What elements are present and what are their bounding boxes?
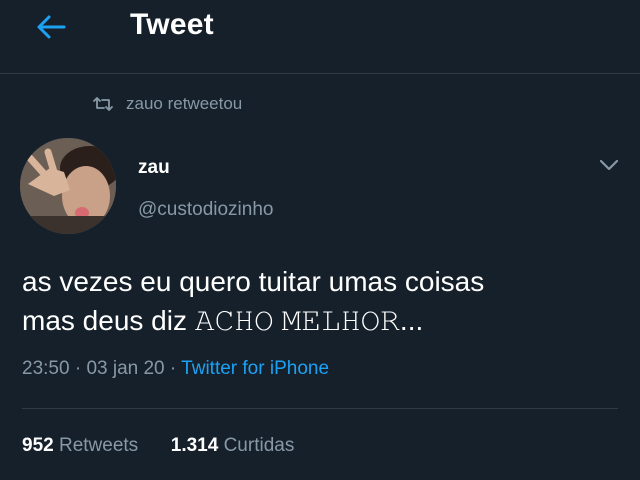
retweets-label: Retweets <box>58 435 139 456</box>
retweet-icon <box>92 95 114 113</box>
likes-stat[interactable]: 1.314 Curtidas <box>171 435 295 456</box>
back-button[interactable] <box>36 12 66 42</box>
top-bar: Tweet <box>0 0 640 74</box>
tweet-text: as vezes eu quero tuitar umas coisas mas… <box>22 262 622 340</box>
meta-separator: · <box>169 358 182 379</box>
divider <box>22 408 618 409</box>
meta-separator: · <box>74 358 87 379</box>
tweet-metadata: 23:50 · 03 jan 20 · Twitter for iPhone <box>22 358 329 380</box>
tweet-stats: 952 Retweets 1.314 Curtidas <box>22 435 294 457</box>
tweet-text-line-2: mas deus diz 𝙰𝙲𝙷𝙾 𝙼𝙴𝙻𝙷𝙾𝚁... <box>22 305 424 336</box>
author-name[interactable]: zau <box>138 157 170 179</box>
author-handle[interactable]: @custodiozinho <box>138 199 273 221</box>
tweet-text-line-1: as vezes eu quero tuitar umas coisas <box>22 266 485 297</box>
likes-label: Curtidas <box>223 435 295 456</box>
likes-count: 1.314 <box>170 435 219 456</box>
tweet-time: 23:50 <box>22 358 70 379</box>
arrow-left-icon <box>37 15 66 39</box>
retweet-context-text[interactable]: zauo retweetou <box>126 94 242 114</box>
retweets-stat[interactable]: 952 Retweets <box>22 435 143 456</box>
tweet-date: 03 jan 20 <box>86 358 165 379</box>
retweets-count: 952 <box>22 435 54 456</box>
retweet-context: zauo retweetou <box>92 94 242 114</box>
page-title: Tweet <box>130 8 214 41</box>
more-options-button[interactable] <box>596 155 622 175</box>
chevron-down-icon <box>599 159 619 171</box>
avatar[interactable] <box>20 138 116 234</box>
tweet-source-link[interactable]: Twitter for iPhone <box>181 358 329 379</box>
